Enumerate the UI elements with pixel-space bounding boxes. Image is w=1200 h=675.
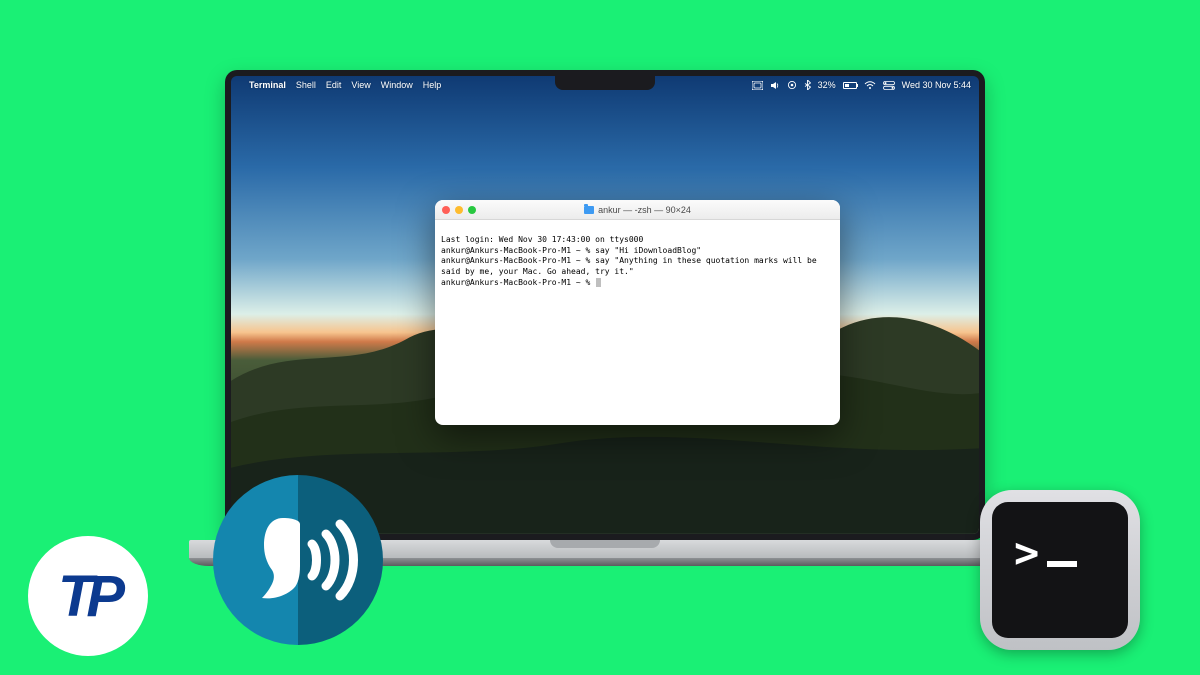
terminal-line: ankur@Ankurs-MacBook-Pro-M1 ~ % say "Any… [441, 256, 834, 278]
menubar-item-shell[interactable]: Shell [296, 80, 316, 90]
terminal-prompt-line: ankur@Ankurs-MacBook-Pro-M1 ~ % [441, 278, 834, 289]
stage-manager-icon[interactable] [752, 81, 763, 90]
terminal-window[interactable]: ankur — -zsh — 90×24 Last login: Wed Nov… [435, 200, 840, 425]
folder-icon [584, 206, 594, 214]
window-minimize-button[interactable] [455, 206, 463, 214]
text-to-speech-icon [213, 475, 383, 645]
menubar-item-window[interactable]: Window [381, 80, 413, 90]
terminal-body[interactable]: Last login: Wed Nov 30 17:43:00 on ttys0… [435, 220, 840, 425]
display-notch [555, 76, 655, 90]
bluetooth-icon[interactable] [804, 80, 811, 90]
window-zoom-button[interactable] [468, 206, 476, 214]
terminal-title-text: ankur — -zsh — 90×24 [598, 205, 691, 215]
terminal-line: ankur@Ankurs-MacBook-Pro-M1 ~ % say "Hi … [441, 246, 834, 257]
tp-logo-badge: TP [28, 536, 148, 656]
menubar-item-edit[interactable]: Edit [326, 80, 342, 90]
terminal-titlebar[interactable]: ankur — -zsh — 90×24 [435, 200, 840, 220]
screen-bezel: Terminal Shell Edit View Window Help [225, 70, 985, 540]
volume-icon[interactable] [770, 81, 780, 90]
menubar-item-view[interactable]: View [351, 80, 370, 90]
desktop: Terminal Shell Edit View Window Help [231, 76, 979, 534]
terminal-icon-prompt-char: > [1014, 528, 1039, 577]
terminal-icon-cursor [1047, 561, 1077, 567]
terminal-cursor [596, 278, 601, 287]
airdrop-icon[interactable] [787, 80, 797, 90]
menubar-app-name[interactable]: Terminal [249, 80, 286, 90]
terminal-line: Last login: Wed Nov 30 17:43:00 on ttys0… [441, 235, 834, 246]
battery-percent: 32% [818, 80, 836, 90]
wifi-icon[interactable] [864, 81, 876, 90]
control-center-icon[interactable] [883, 81, 895, 90]
menubar-item-help[interactable]: Help [423, 80, 442, 90]
tp-logo-text: TP [58, 563, 118, 630]
window-close-button[interactable] [442, 206, 450, 214]
terminal-app-icon: > [980, 490, 1140, 650]
battery-icon[interactable] [843, 82, 857, 89]
menubar-datetime[interactable]: Wed 30 Nov 5:44 [902, 80, 971, 90]
